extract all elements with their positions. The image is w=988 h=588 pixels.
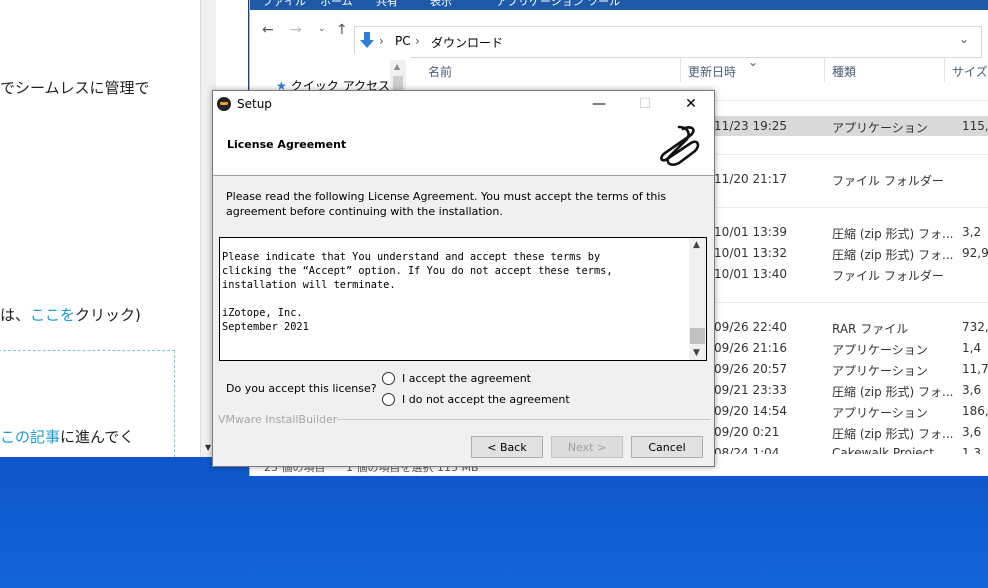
address-dropdown-chevron-icon[interactable]: ⌄ <box>959 32 969 46</box>
file-size: 3,2 <box>962 225 982 239</box>
file-type: アプリケーション <box>832 343 928 357</box>
file-size: 186,2 <box>962 404 988 418</box>
file-date: /11/23 19:25 <box>710 119 788 133</box>
column-divider[interactable] <box>944 58 945 82</box>
file-type: アプリケーション <box>832 364 928 378</box>
article-link-here[interactable]: ここを <box>30 306 75 324</box>
ribbon-tab-view[interactable]: 表示 <box>430 0 452 9</box>
decline-label[interactable]: I do not accept the agreement <box>402 393 570 406</box>
column-header-type[interactable]: 種類 <box>832 63 856 80</box>
article-text: は、 <box>0 306 31 324</box>
next-button: Next > <box>551 436 623 458</box>
browser-page: でシームレスに管理で は、ここをクリック) この記事に進んでく ▼ <box>0 0 248 457</box>
dialog-titlebar[interactable]: Setup — ☐ ✕ <box>213 91 714 117</box>
back-button[interactable]: < Back <box>471 436 543 458</box>
dialog-header: License Agreement <box>213 117 714 176</box>
file-type: 圧縮 (zip 形式) フォ... <box>832 227 954 241</box>
column-divider[interactable] <box>824 58 825 82</box>
ribbon-tab-app-tools[interactable]: アプリケーション ツール <box>496 0 620 9</box>
breadcrumb-pc[interactable]: PC <box>395 34 411 48</box>
setup-dialog: Setup — ☐ ✕ License Agreement Please rea… <box>212 90 715 467</box>
file-date: /10/01 13:39 <box>710 225 788 239</box>
file-date: /09/20 0:21 <box>710 425 780 439</box>
accept-radio[interactable] <box>382 372 395 385</box>
back-arrow-icon[interactable]: ← <box>262 22 274 38</box>
breadcrumb-separator-icon: › <box>379 34 384 48</box>
file-date: /10/01 13:32 <box>710 246 788 260</box>
breadcrumb-separator-icon: › <box>415 34 420 48</box>
file-size: 3,6 <box>962 383 982 397</box>
file-date: /09/26 20:57 <box>710 362 788 376</box>
scroll-thumb[interactable] <box>690 328 705 344</box>
forward-arrow-icon[interactable]: → <box>290 22 302 38</box>
recent-locations-chevron-icon[interactable]: ⌄ <box>318 24 326 34</box>
cancel-button[interactable]: Cancel <box>631 436 703 458</box>
file-size: 115,8 <box>962 119 988 133</box>
close-icon[interactable]: ✕ <box>668 91 714 117</box>
scroll-down-arrow-icon[interactable]: ▼ <box>205 443 211 452</box>
scroll-up-arrow-icon[interactable]: ▲ <box>693 240 700 250</box>
column-header-name[interactable]: 名前 <box>428 63 452 80</box>
file-date: /10/01 13:40 <box>710 267 788 281</box>
dialog-title: Setup <box>237 97 272 111</box>
file-date: /08/24 1:04 <box>710 446 780 454</box>
scroll-down-arrow-icon[interactable]: ▼ <box>693 348 700 358</box>
setup-app-icon <box>217 97 231 111</box>
breadcrumb-downloads[interactable]: ダウンロード <box>431 34 503 51</box>
article-text-line: は、ここをクリック) <box>0 304 141 325</box>
file-size: 92,9 <box>962 246 988 260</box>
file-date: /09/26 21:16 <box>710 341 788 355</box>
file-type: Cakewalk Project <box>832 446 934 454</box>
ribbon-tab-share[interactable]: 共有 <box>376 0 398 9</box>
file-type: 圧縮 (zip 形式) フォ... <box>832 427 954 441</box>
column-header-date[interactable]: 更新日時 <box>688 63 736 80</box>
accept-question-label: Do you accept this license? <box>226 382 377 395</box>
download-folder-icon <box>360 32 374 48</box>
file-size: 1,4 <box>962 341 982 355</box>
license-intro-text: Please read the following License Agreem… <box>226 190 667 218</box>
ribbon-tab-home[interactable]: ホーム <box>320 0 353 9</box>
sort-chevron-icon: ⌄ <box>748 55 759 69</box>
file-date: /09/21 23:33 <box>710 383 788 397</box>
article-link-post[interactable]: この記事 <box>0 428 60 446</box>
file-size: 11,7 <box>962 362 988 376</box>
file-type: アプリケーション <box>832 406 928 420</box>
column-divider[interactable] <box>680 58 681 82</box>
ribbon-tabs: ファイル ホーム 共有 表示 アプリケーション ツール <box>250 0 988 10</box>
file-date: /11/20 21:17 <box>710 172 788 186</box>
file-size: 1,3 <box>962 446 982 454</box>
page-title: License Agreement <box>227 138 347 151</box>
license-text-area[interactable]: Please indicate that You understand and … <box>219 237 707 361</box>
decline-radio[interactable] <box>382 393 395 406</box>
navigation-bar: ← → ⌄ ↑ › PC › ダウンロード ⌄ <box>250 10 988 58</box>
file-size: 732,9 <box>962 320 988 334</box>
license-scrollbar[interactable]: ▲ ▼ <box>689 238 706 360</box>
izotope-logo-icon <box>660 125 700 166</box>
article-text-line: この記事に進んでく <box>0 426 134 447</box>
file-type: RAR ファイル <box>832 322 909 336</box>
file-list-header: 名前 更新日時 ⌄ 種類 サイズ <box>410 54 988 84</box>
minimize-icon[interactable]: — <box>576 91 622 117</box>
file-type: 圧縮 (zip 形式) フォ... <box>832 248 954 262</box>
up-arrow-icon[interactable]: ↑ <box>336 22 348 38</box>
maximize-icon: ☐ <box>638 96 652 112</box>
article-text: に進んでく <box>60 428 135 446</box>
accept-label[interactable]: I accept the agreement <box>402 372 531 385</box>
scroll-up-arrow-icon[interactable]: ▲ <box>394 62 400 71</box>
file-date: /09/26 22:40 <box>710 320 788 334</box>
file-type: ファイル フォルダー <box>832 174 944 188</box>
ribbon-tab-file[interactable]: ファイル <box>262 0 306 9</box>
article-text: クリック) <box>75 306 141 324</box>
file-type: アプリケーション <box>832 121 928 135</box>
file-size: 3,6 <box>962 425 982 439</box>
license-text: Please indicate that You understand and … <box>222 251 613 333</box>
article-text-line: でシームレスに管理で <box>0 79 150 97</box>
installer-brand: VMware InstallBuilder <box>218 413 338 426</box>
column-header-size[interactable]: サイズ <box>952 63 988 80</box>
file-date: /09/20 14:54 <box>710 404 788 418</box>
footer-divider <box>337 419 710 420</box>
file-type: ファイル フォルダー <box>832 269 944 283</box>
file-type: 圧縮 (zip 形式) フォ... <box>832 385 954 399</box>
